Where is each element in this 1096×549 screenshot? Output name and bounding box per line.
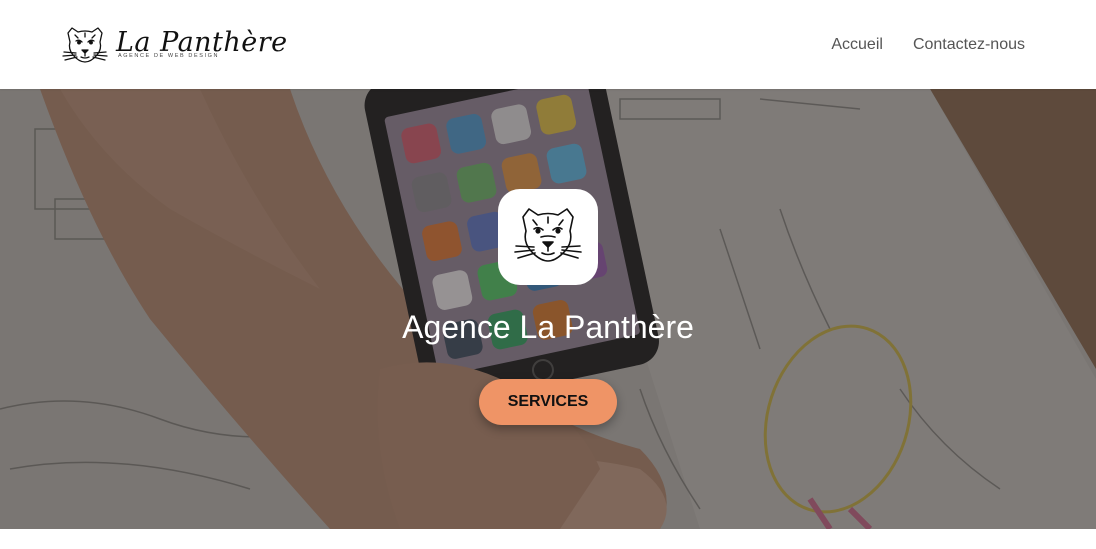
site-header: La Panthère AGENCE DE WEB DESIGN Accueil…: [0, 0, 1096, 89]
panther-head-icon: [514, 208, 582, 262]
brand-tagline: AGENCE DE WEB DESIGN: [118, 53, 220, 60]
brand-logo-link[interactable]: La Panthère AGENCE DE WEB DESIGN: [62, 25, 288, 65]
hero-title: Agence La Panthère: [402, 309, 694, 345]
brand-name: La Panthère: [116, 27, 288, 59]
hero-logo-tile: [498, 189, 598, 285]
hero-section: Agence La Panthère SERVICES: [0, 89, 1096, 529]
hero-content: Agence La Panthère SERVICES: [0, 89, 1096, 529]
services-button[interactable]: SERVICES: [479, 379, 617, 425]
main-nav: Accueil Contactez-nous: [831, 36, 1025, 54]
page-bottom-strip: [0, 529, 1096, 549]
panther-head-icon: [62, 26, 108, 63]
nav-link-accueil[interactable]: Accueil: [831, 36, 883, 54]
nav-link-contact[interactable]: Contactez-nous: [913, 36, 1025, 54]
